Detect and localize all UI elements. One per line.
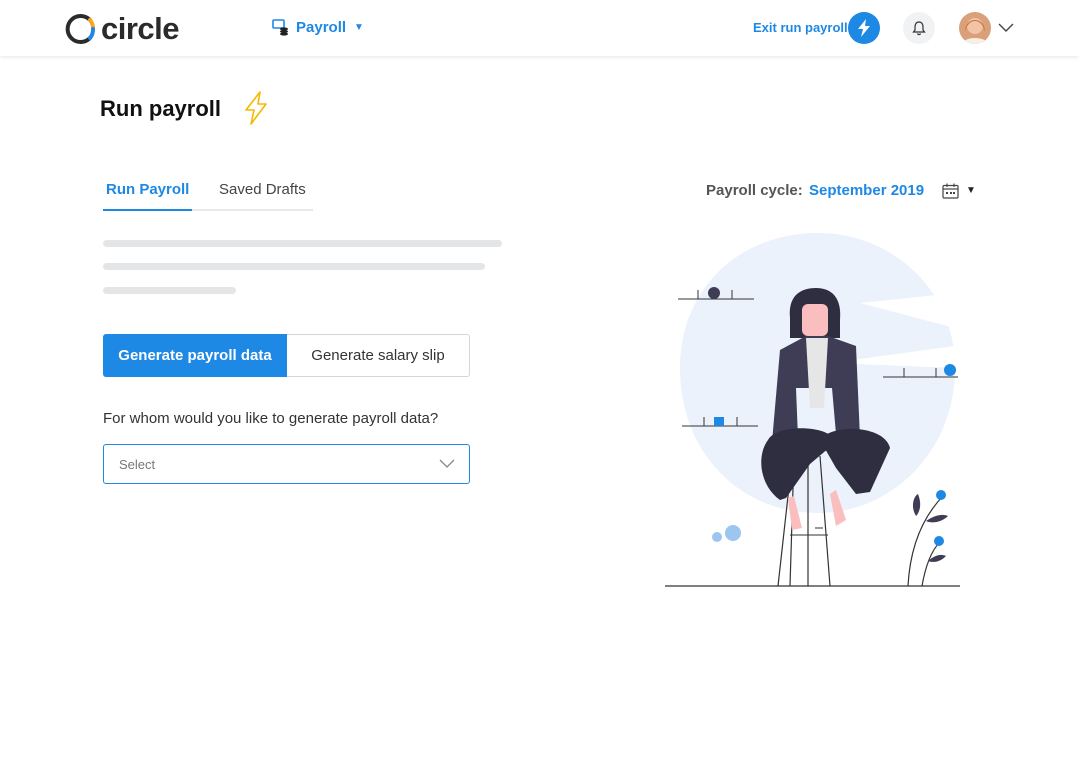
exit-run-payroll-link[interactable]: Exit run payroll — [753, 20, 848, 35]
payroll-tabs: Run Payroll Saved Drafts — [103, 178, 313, 211]
skeleton-line — [103, 240, 502, 247]
circle-c-logo-icon — [65, 14, 95, 44]
lightning-icon — [245, 91, 267, 125]
select-placeholder: Select — [119, 457, 156, 472]
calendar-icon[interactable] — [942, 183, 959, 199]
active-tab-indicator — [103, 209, 192, 211]
tab-saved-drafts[interactable]: Saved Drafts — [219, 181, 306, 198]
generate-action-group: Generate payroll data Generate salary sl… — [103, 334, 470, 377]
notifications-button[interactable] — [903, 12, 935, 44]
module-switcher[interactable]: Payroll ▼ — [272, 18, 364, 36]
employee-selection-question: For whom would you like to generate payr… — [103, 410, 439, 427]
payroll-cycle-label: Payroll cycle: — [706, 182, 803, 199]
skeleton-line — [103, 287, 236, 294]
bell-icon — [912, 21, 926, 36]
user-avatar[interactable] — [959, 12, 991, 44]
caret-down-icon: ▼ — [354, 21, 364, 33]
chevron-down-icon — [998, 23, 1014, 32]
module-label: Payroll — [296, 18, 347, 36]
exit-run-payroll-button[interactable] — [848, 12, 880, 44]
chevron-down-icon — [439, 459, 455, 468]
generate-payroll-data-button[interactable]: Generate payroll data — [103, 334, 287, 377]
employee-select-dropdown[interactable]: Select — [103, 444, 470, 484]
caret-down-icon[interactable]: ▼ — [966, 185, 976, 196]
top-navigation-bar: circle Payroll ▼ Exit run payroll — [0, 0, 1079, 56]
lightning-icon — [858, 19, 870, 37]
user-menu-toggle[interactable] — [998, 20, 1014, 38]
brand-name: circle — [101, 11, 180, 46]
brand-logo[interactable]: circle — [63, 11, 180, 47]
woman-on-stool-illustration — [665, 233, 960, 587]
payroll-stack-icon — [272, 19, 288, 36]
page-title: Run payroll — [100, 96, 222, 121]
skeleton-line — [103, 263, 485, 270]
payroll-cycle-value[interactable]: September 2019 — [809, 182, 924, 199]
tab-run-payroll[interactable]: Run Payroll — [106, 181, 189, 198]
generate-salary-slip-button[interactable]: Generate salary slip — [287, 334, 470, 377]
